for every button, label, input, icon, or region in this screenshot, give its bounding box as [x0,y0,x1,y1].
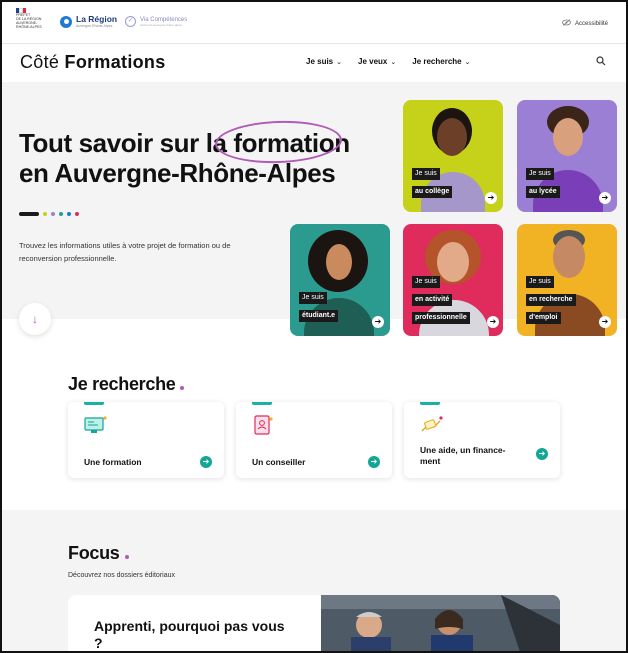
profile-card-lycee[interactable]: Je suis au lycée ➔ [517,100,617,212]
logo-text-cote: Côté [20,52,65,72]
search-card-aide-financement[interactable]: Une aide, un finance-ment ➔ [404,402,560,478]
hero-description: Trouvez les informations utiles à votre … [19,241,231,263]
financing-hand-icon [420,415,443,435]
nav-item-label: Je suis [306,57,334,66]
profile-label-line1: Je suis [299,292,327,304]
title-dot [180,386,185,390]
computer-training-icon [84,415,107,435]
prefecture-logo[interactable]: PRÉFET DE LA RÉGION AUVERGNE- RHÔNE-ALPE… [16,8,50,38]
profile-label-line2: en recherche [526,294,576,306]
profile-card-college[interactable]: Je suis au collège ➔ [403,100,503,212]
arrow-right-icon: ➔ [487,316,499,328]
search-card-label: Une aide, un finance-ment [420,445,506,466]
republic-line-4: RHÔNE-ALPES [16,25,42,29]
nav-item-je-recherche[interactable]: Je recherche ⌄ [412,57,470,66]
focus-title-text: Focus [68,543,120,563]
nav-item-label: Je veux [358,57,388,66]
hero-title-line1: Tout savoir sur la [19,128,234,158]
chevron-down-icon: ⌄ [390,58,397,66]
person-face [437,242,469,282]
arrow-right-icon: ➔ [536,448,548,460]
person-face [553,118,583,156]
chevron-down-icon: ⌄ [464,58,471,66]
chevron-down-icon: ⌄ [336,58,343,66]
arrow-right-icon: ➔ [599,316,611,328]
search-card-label: Une formation [84,457,142,467]
profile-label-line3: d'emploi [526,312,561,324]
je-recherche-title-text: Je recherche [68,374,176,394]
carousel-dot[interactable] [59,212,63,216]
je-recherche-title: Je recherche [68,374,185,395]
nav-menu: Je suis ⌄ Je veux ⌄ Je recherche ⌄ [306,57,471,66]
carousel-dot[interactable] [51,212,55,216]
advisor-notebook-icon [252,415,274,435]
focus-card[interactable]: Apprenti, pourquoi pas vous ? [68,595,560,651]
top-bar: PRÉFET DE LA RÉGION AUVERGNE- RHÔNE-ALPE… [2,2,626,44]
hero-title-line2: en Auvergne-Rhône-Alpes [19,158,336,188]
carousel-dots [19,212,79,216]
arrow-right-icon: ➔ [368,456,380,468]
accessibility-label: Accessibilité [574,20,608,27]
main-nav: Côté Formations Je suis ⌄ Je veux ⌄ Je r… [2,44,626,82]
site-logo[interactable]: Côté Formations [20,52,166,73]
profile-label-line1: Je suis [526,168,554,180]
profile-label-line1: Je suis [412,276,440,288]
nav-item-label: Je recherche [412,57,462,66]
nav-item-je-veux[interactable]: Je veux ⌄ [358,57,396,66]
focus-card-title: Apprenti, pourquoi pas vous ? [94,618,285,651]
card-accent-tab [420,402,440,405]
profile-card-activite[interactable]: Je suis en activité professionnelle ➔ [403,224,503,336]
search-card-formation[interactable]: Une formation ➔ [68,402,224,478]
person-face [553,236,585,278]
arrow-down-icon: ↓ [32,312,38,326]
page: PRÉFET DE LA RÉGION AUVERGNE- RHÔNE-ALPE… [0,0,628,653]
profile-label-line2: au collège [412,186,453,198]
carousel-dot[interactable] [67,212,71,216]
via-name: Via Compétences [140,16,188,23]
focus-subtitle: Découvrez nos dossiers éditoriaux [68,572,175,579]
arrow-right-icon: ➔ [485,192,497,204]
region-name: La Région [76,14,118,24]
logo-text-formations: Formations [64,52,166,72]
profile-card-etudiant[interactable]: Je suis étudiant.e ➔ [290,224,390,336]
carousel-dot[interactable] [75,212,79,216]
via-tagline: carif-oref auvergne-rhône-alpes [140,22,183,27]
profile-label-line1: Je suis [412,168,440,180]
person-face [326,244,352,280]
profile-card-recherche-emploi[interactable]: Je suis en recherche d'emploi ➔ [517,224,617,336]
nav-item-je-suis[interactable]: Je suis ⌄ [306,57,342,66]
card-accent-tab [252,402,272,405]
arrow-right-icon: ➔ [599,192,611,204]
person-face [437,118,467,156]
profile-label-line1: Je suis [526,276,554,288]
arrow-right-icon: ➔ [372,316,384,328]
card-accent-tab [84,402,104,405]
region-logo-icon [60,15,72,28]
eye-slash-icon [562,19,571,28]
via-competences-logo[interactable]: ✓ Via Compétences carif-oref auvergne-rh… [125,16,187,27]
scroll-down-button[interactable]: ↓ [19,303,51,335]
region-tagline: Auvergne-Rhône-Alpes [76,24,113,28]
title-dot [124,555,129,559]
profile-label-line2: au lycée [526,186,560,198]
carousel-dot-active[interactable] [19,212,39,216]
profile-label-line2: étudiant.e [299,310,339,322]
search-card-label: Un conseiller [252,457,306,467]
region-logo[interactable]: La Région Auvergne-Rhône-Alpes [60,15,117,28]
carousel-dot[interactable] [43,212,47,216]
search-icon[interactable] [596,56,606,69]
profile-label-line3: professionnelle [412,312,470,324]
via-check-icon: ✓ [125,16,136,27]
search-card-conseiller[interactable]: Un conseiller ➔ [236,402,392,478]
profile-label-line2: en activité [412,294,453,306]
focus-title: Focus [68,543,129,564]
focus-card-photo [321,595,560,651]
accessibility-link[interactable]: Accessibilité [562,19,608,28]
arrow-right-icon: ➔ [200,456,212,468]
